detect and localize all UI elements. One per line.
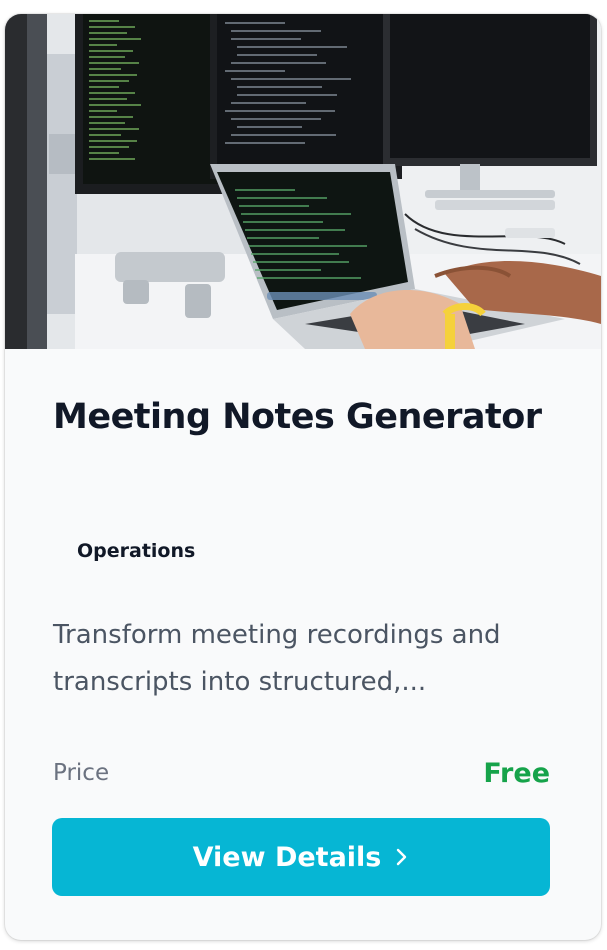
view-details-label: View Details [192, 841, 382, 873]
chevron-right-icon [395, 847, 409, 867]
view-details-button[interactable]: View Details [52, 818, 550, 896]
price-label: Price [53, 760, 110, 786]
price-value: Free [483, 758, 550, 789]
product-card: Meeting Notes Generator Operations Trans… [5, 14, 601, 940]
card-description: Transform meeting recordings and transcr… [53, 620, 501, 697]
card-image [5, 14, 601, 349]
card-title: Meeting Notes Generator [53, 397, 542, 437]
page: Meeting Notes Generator Operations Trans… [0, 0, 607, 950]
category-tag: Operations [77, 540, 196, 562]
